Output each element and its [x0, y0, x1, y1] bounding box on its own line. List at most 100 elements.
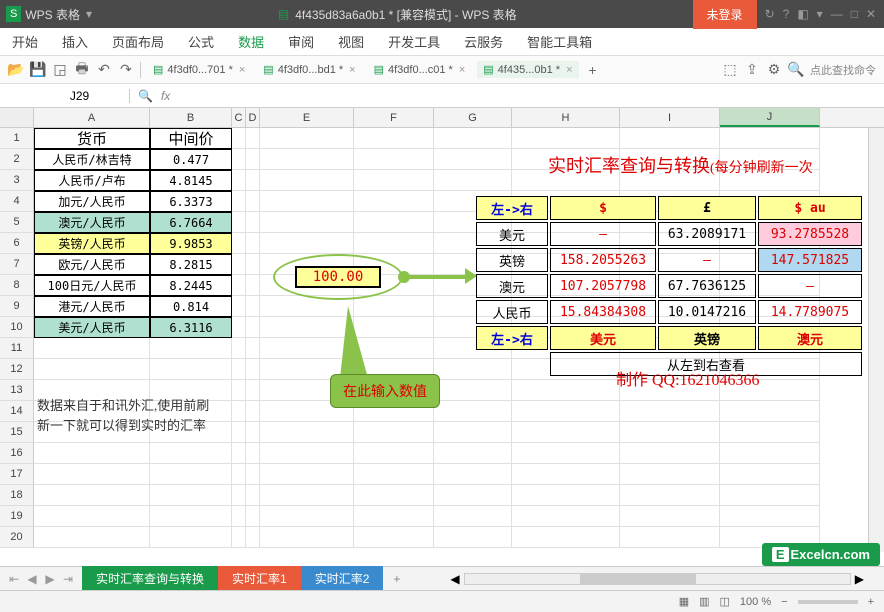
cell[interactable]	[260, 233, 354, 254]
cell[interactable]	[260, 506, 354, 527]
row-header[interactable]: 17	[0, 464, 34, 485]
row-header[interactable]: 18	[0, 485, 34, 506]
cell[interactable]	[232, 317, 246, 338]
view-normal-icon[interactable]: ▦	[679, 595, 689, 608]
row-header[interactable]: 10	[0, 317, 34, 338]
cell[interactable]	[720, 128, 820, 149]
row-header[interactable]: 12	[0, 359, 34, 380]
cell[interactable]	[232, 422, 246, 443]
cell[interactable]	[354, 527, 434, 548]
toolbar-share-icon[interactable]: ⇪	[744, 62, 760, 78]
cell[interactable]	[434, 485, 512, 506]
cell[interactable]	[260, 485, 354, 506]
cell[interactable]	[260, 149, 354, 170]
close-tab-icon[interactable]: ×	[349, 64, 355, 76]
row-header[interactable]: 15	[0, 422, 34, 443]
cell[interactable]	[354, 443, 434, 464]
zoom-level[interactable]: 100 %	[740, 596, 771, 608]
print-icon[interactable]: 🖶	[74, 62, 90, 78]
cell[interactable]	[232, 191, 246, 212]
menu-start[interactable]: 开始	[12, 32, 38, 51]
search-prompt[interactable]: 点此查找命令	[810, 62, 876, 78]
cell[interactable]	[246, 170, 260, 191]
col-header-b[interactable]: B	[150, 108, 232, 127]
cell[interactable]	[232, 359, 246, 380]
cell[interactable]	[354, 149, 434, 170]
tab-last-icon[interactable]: ⇥	[60, 572, 76, 586]
menu-dev[interactable]: 开发工具	[388, 32, 440, 51]
cell[interactable]	[246, 401, 260, 422]
cell[interactable]	[720, 443, 820, 464]
cell[interactable]	[434, 464, 512, 485]
cell[interactable]	[246, 485, 260, 506]
row-header[interactable]: 5	[0, 212, 34, 233]
sheet-tab-3[interactable]: 实时汇率2	[301, 566, 384, 591]
cell[interactable]	[512, 527, 620, 548]
cell[interactable]	[512, 422, 620, 443]
cell[interactable]	[34, 464, 150, 485]
row-header[interactable]: 20	[0, 527, 34, 548]
cell[interactable]: 货币	[34, 128, 150, 149]
cell[interactable]: 6.7664	[150, 212, 232, 233]
horizontal-scrollbar[interactable]: ◀▶	[450, 572, 884, 586]
cell[interactable]	[246, 212, 260, 233]
cell[interactable]: 0.814	[150, 296, 232, 317]
row-header[interactable]: 16	[0, 443, 34, 464]
cell[interactable]	[246, 191, 260, 212]
cell[interactable]	[246, 128, 260, 149]
sheet-tab-1[interactable]: 实时汇率查询与转换	[82, 566, 218, 591]
cell[interactable]: 9.9853	[150, 233, 232, 254]
close-tab-icon[interactable]: ×	[566, 64, 572, 76]
cell[interactable]	[232, 233, 246, 254]
cell[interactable]: 8.2445	[150, 275, 232, 296]
cell[interactable]	[232, 275, 246, 296]
cell[interactable]	[354, 506, 434, 527]
cell[interactable]	[620, 485, 720, 506]
close-icon[interactable]: ✕	[866, 7, 876, 21]
menu-data[interactable]: 数据	[238, 32, 264, 51]
menu-aitools[interactable]: 智能工具箱	[527, 32, 592, 51]
cell[interactable]	[246, 338, 260, 359]
col-header-i[interactable]: I	[620, 108, 720, 127]
col-header-d[interactable]: D	[246, 108, 260, 127]
cell[interactable]	[434, 422, 512, 443]
tab-next-icon[interactable]: ▶	[42, 572, 58, 586]
cell[interactable]	[434, 443, 512, 464]
app-dropdown-icon[interactable]: ▾	[86, 7, 92, 21]
row-header[interactable]: 11	[0, 338, 34, 359]
maximize-icon[interactable]: □	[851, 7, 858, 21]
cell[interactable]	[260, 527, 354, 548]
col-header-h[interactable]: H	[512, 108, 620, 127]
doc-tab-3[interactable]: ▤4f3df0...c01 *×	[368, 61, 472, 78]
add-sheet-icon[interactable]: +	[383, 572, 410, 586]
cell[interactable]	[512, 464, 620, 485]
cell[interactable]	[246, 506, 260, 527]
cell[interactable]	[260, 464, 354, 485]
cell[interactable]	[246, 422, 260, 443]
redo-icon[interactable]: ↷	[118, 62, 134, 78]
cell[interactable]	[150, 485, 232, 506]
col-header-c[interactable]: C	[232, 108, 246, 127]
doc-tab-4[interactable]: ▤4f435...0b1 *×	[477, 61, 578, 78]
cell[interactable]	[246, 443, 260, 464]
cell[interactable]	[246, 254, 260, 275]
col-header-g[interactable]: G	[434, 108, 512, 127]
cell[interactable]	[260, 191, 354, 212]
col-header-a[interactable]: A	[34, 108, 150, 127]
cell[interactable]	[150, 506, 232, 527]
cell[interactable]	[620, 128, 720, 149]
cell[interactable]	[246, 296, 260, 317]
cell[interactable]	[354, 422, 434, 443]
cell[interactable]	[34, 443, 150, 464]
cell[interactable]	[620, 443, 720, 464]
cell[interactable]	[232, 527, 246, 548]
toolbar-home-icon[interactable]: ⬚	[722, 62, 738, 78]
cell[interactable]	[232, 128, 246, 149]
cell[interactable]	[354, 233, 434, 254]
cell[interactable]	[150, 443, 232, 464]
cell[interactable]	[720, 485, 820, 506]
close-tab-icon[interactable]: ×	[239, 64, 245, 76]
cell[interactable]	[512, 485, 620, 506]
cell[interactable]	[246, 233, 260, 254]
cell[interactable]: 100日元/人民币	[34, 275, 150, 296]
